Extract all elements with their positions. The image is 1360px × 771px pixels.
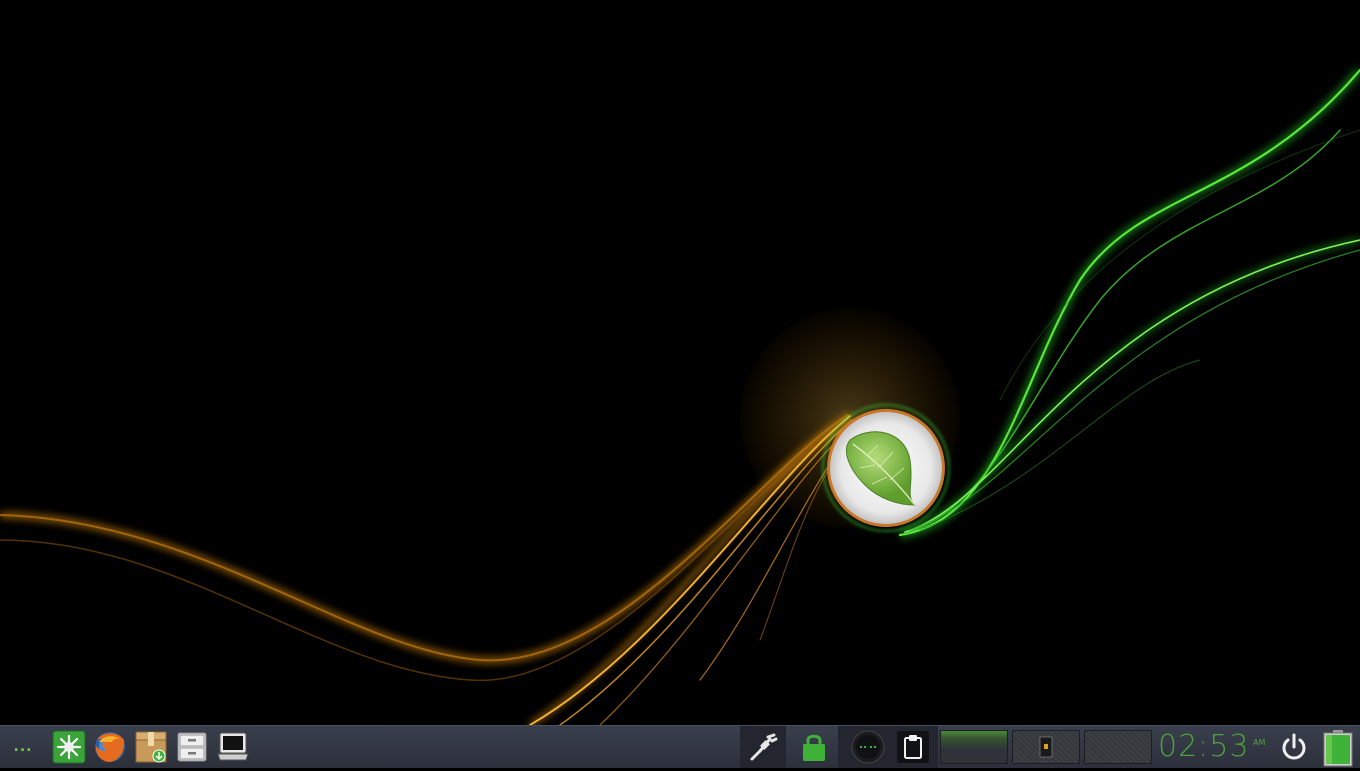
system-tools-launcher[interactable] bbox=[52, 730, 86, 764]
system-tools-icon bbox=[52, 730, 86, 764]
package-installer-icon bbox=[135, 731, 167, 763]
volume-button[interactable] bbox=[851, 730, 885, 764]
clipboard-button[interactable] bbox=[896, 730, 930, 763]
workspace-2[interactable] bbox=[1012, 730, 1080, 764]
workspace-window-thumbnail bbox=[1039, 736, 1053, 758]
desktop[interactable] bbox=[0, 0, 1360, 725]
volume-knob-icon bbox=[851, 730, 885, 764]
power-icon bbox=[1282, 733, 1306, 760]
terminal-icon bbox=[217, 732, 249, 761]
clock-ampm: AM bbox=[1253, 738, 1266, 747]
leaf-orb-logo bbox=[827, 409, 945, 527]
package-installer-launcher[interactable] bbox=[134, 730, 168, 764]
taskbar: ... 02:53 AM bbox=[0, 725, 1360, 768]
power-button[interactable] bbox=[1278, 731, 1312, 763]
battery-indicator[interactable] bbox=[1320, 729, 1356, 767]
app-menu-button[interactable]: ... bbox=[8, 734, 38, 760]
lock-icon bbox=[803, 734, 825, 761]
firefox-launcher[interactable] bbox=[93, 730, 127, 764]
workspace-3[interactable] bbox=[1084, 730, 1152, 764]
terminal-launcher[interactable] bbox=[216, 730, 250, 764]
battery-icon bbox=[1323, 730, 1353, 767]
wallpaper bbox=[0, 0, 1360, 725]
clock-time[interactable]: 02:53 bbox=[1158, 728, 1249, 766]
file-manager-launcher[interactable] bbox=[175, 730, 209, 764]
file-cabinet-icon bbox=[177, 732, 207, 762]
clipboard-icon bbox=[897, 731, 929, 763]
firefox-icon bbox=[95, 732, 125, 762]
lock-button[interactable] bbox=[797, 731, 831, 763]
app-menu-icon: ... bbox=[13, 739, 33, 755]
network-plug-icon bbox=[750, 733, 778, 761]
network-button[interactable] bbox=[746, 731, 780, 763]
workspace-1[interactable] bbox=[940, 730, 1008, 764]
